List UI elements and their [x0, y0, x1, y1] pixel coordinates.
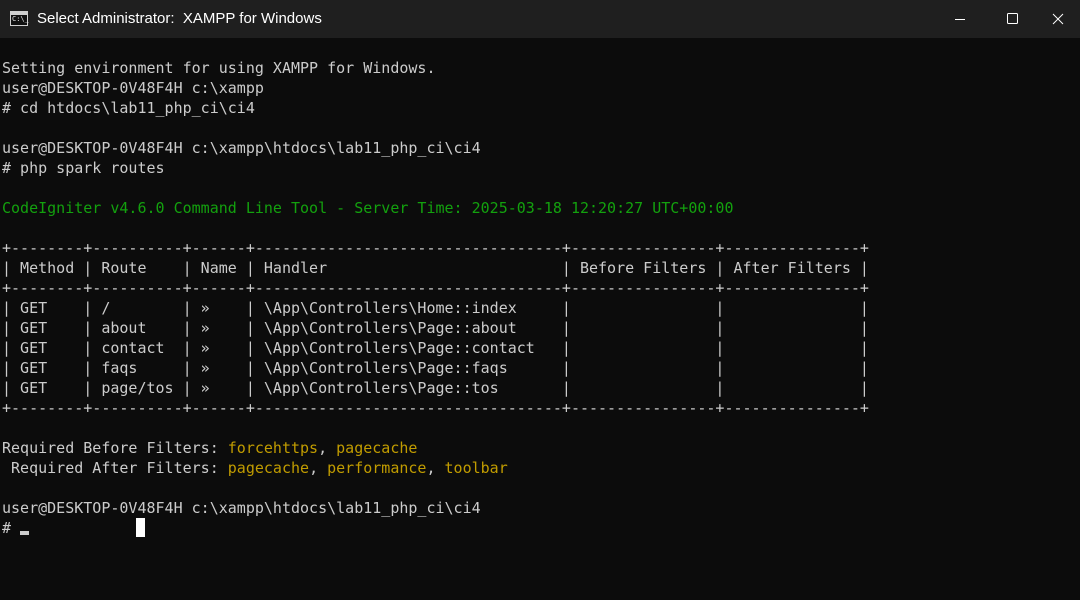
filter-name: performance	[327, 459, 427, 477]
required-before-filters-line: Required Before Filters: forcehttps, pag…	[2, 438, 1080, 458]
routes-table-border: +--------+----------+------+------------…	[2, 279, 869, 297]
routes-table-row: | GET | / | » | \App\Controllers\Home::i…	[2, 299, 869, 317]
routes-table-row: | GET | page/tos | » | \App\Controllers\…	[2, 379, 869, 397]
required-after-label: Required After Filters:	[2, 459, 228, 477]
routes-table-header: | Method | Route | Name | Handler | Befo…	[2, 259, 869, 277]
prompt-line: user@DESKTOP-0V48F4H c:\xampp\htdocs\lab…	[2, 139, 481, 157]
terminal-window: C:\_ Select Administrator: XAMPP for Win…	[0, 0, 1080, 600]
maximize-button[interactable]	[990, 0, 1036, 38]
filter-separator: ,	[318, 439, 337, 457]
console-output[interactable]: Setting environment for using XAMPP for …	[2, 58, 1080, 538]
filter-name: pagecache	[336, 439, 418, 457]
cmd-app-icon[interactable]: C:\_	[10, 11, 29, 26]
active-input-line[interactable]: #	[2, 518, 1080, 538]
block-cursor	[136, 518, 145, 537]
filter-name: pagecache	[227, 459, 310, 477]
command-line: # cd htdocs\lab11_php_ci\ci4	[2, 99, 255, 117]
prompt-symbol: #	[2, 519, 21, 537]
routes-table-row: | GET | contact | » | \App\Controllers\P…	[2, 339, 869, 357]
required-before-label: Required Before Filters:	[2, 439, 228, 457]
minimize-icon	[955, 19, 965, 20]
prompt-line: user@DESKTOP-0V48F4H c:\xampp	[2, 79, 264, 97]
routes-table-row: | GET | faqs | » | \App\Controllers\Page…	[2, 359, 869, 377]
routes-table-border: +--------+----------+------+------------…	[2, 239, 869, 257]
routes-table-row: | GET | about | » | \App\Controllers\Pag…	[2, 319, 869, 337]
title-bar[interactable]: C:\_ Select Administrator: XAMPP for Win…	[0, 0, 1080, 38]
filter-separator: ,	[426, 459, 445, 477]
minimize-button[interactable]	[937, 0, 983, 38]
routes-table-border: +--------+----------+------+------------…	[2, 399, 869, 417]
close-button[interactable]	[1034, 0, 1080, 38]
window-title: Select Administrator: XAMPP for Windows	[37, 10, 322, 27]
codeigniter-banner: CodeIgniter v4.6.0 Command Line Tool - S…	[2, 199, 734, 217]
filter-separator: ,	[309, 459, 328, 477]
close-icon	[1052, 13, 1064, 25]
env-setup-line: Setting environment for using XAMPP for …	[2, 59, 436, 77]
prompt-line: user@DESKTOP-0V48F4H c:\xampp\htdocs\lab…	[2, 499, 481, 517]
filter-name: forcehttps	[227, 439, 319, 457]
maximize-icon	[1007, 13, 1018, 24]
app-icon-glyph: C:\_	[12, 15, 29, 23]
text-cursor	[20, 531, 30, 535]
filter-name: toolbar	[444, 459, 508, 477]
command-line: # php spark routes	[2, 159, 165, 177]
required-after-filters-line: Required After Filters: pagecache, perfo…	[2, 458, 1080, 478]
